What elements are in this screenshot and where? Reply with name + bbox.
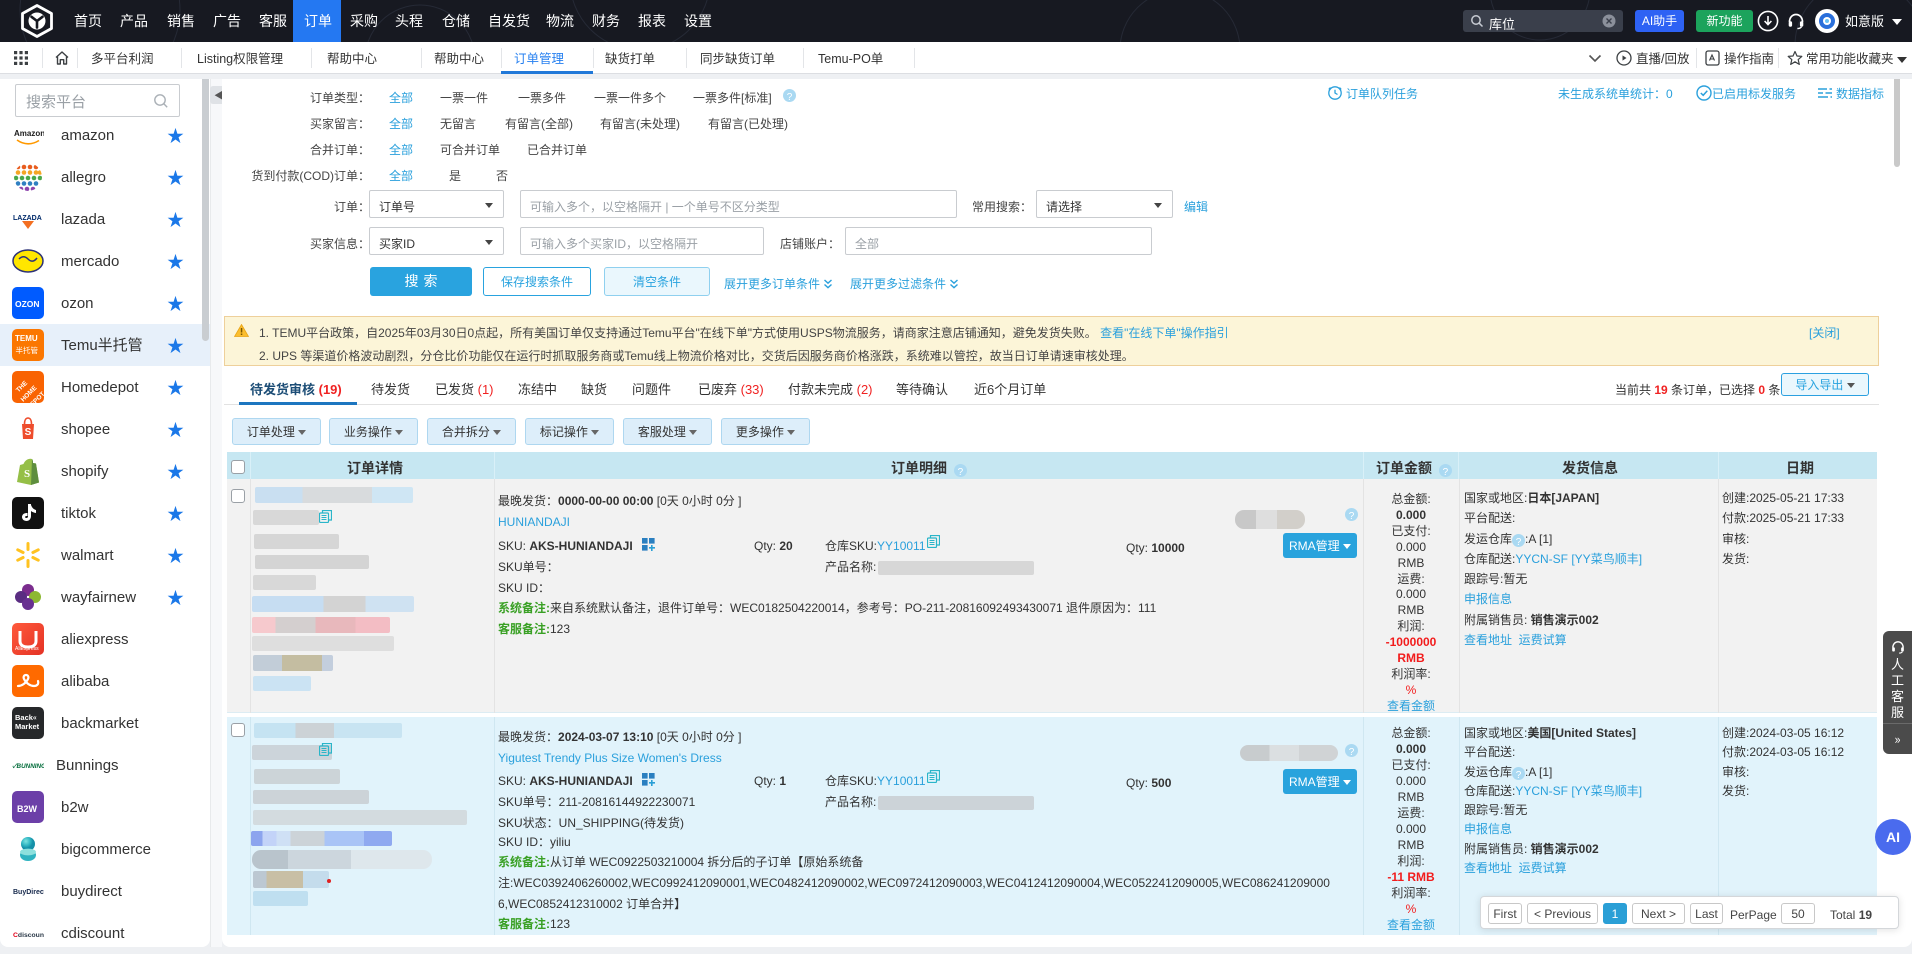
svg-text:S: S xyxy=(24,468,30,480)
svg-text:S: S xyxy=(25,427,32,438)
